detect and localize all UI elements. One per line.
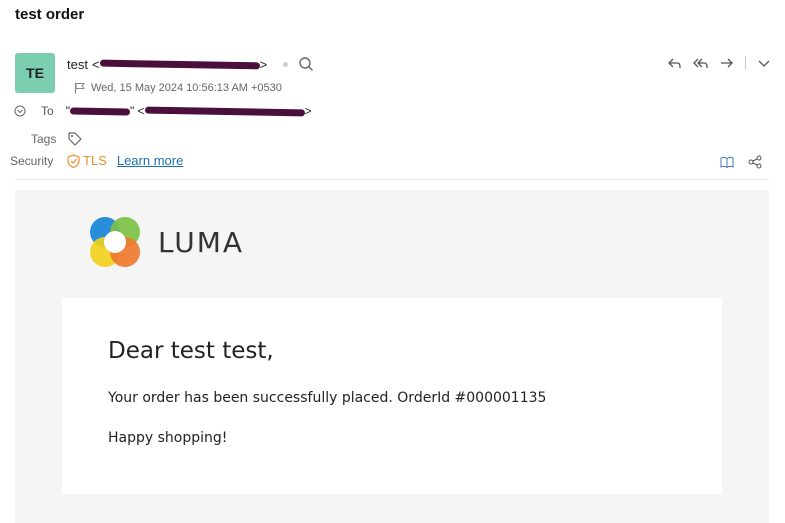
search-icon[interactable] xyxy=(298,56,314,72)
luma-logo: LUMA xyxy=(88,215,244,269)
forward-icon[interactable] xyxy=(719,55,735,71)
to-row: To " " < > xyxy=(14,104,312,118)
redacted-email xyxy=(99,59,260,69)
email-card: Dear test test, Your order has been succ… xyxy=(62,298,722,494)
right-tools xyxy=(720,155,762,169)
share-icon[interactable] xyxy=(748,155,762,169)
sender-close-bracket: > xyxy=(259,56,268,72)
learn-more-link[interactable]: Learn more xyxy=(117,153,183,168)
email-date: Wed, 15 May 2024 10:56:13 AM +0530 xyxy=(91,82,282,94)
email-message: Your order has been successfully placed.… xyxy=(108,390,547,406)
email-subject: test order xyxy=(15,6,85,23)
tags-label: Tags xyxy=(31,132,57,146)
security-value: TLS Learn more xyxy=(67,153,183,168)
security-label: Security xyxy=(10,154,54,168)
to-label: To xyxy=(41,104,54,118)
flag-icon[interactable] xyxy=(74,82,85,94)
redacted-recipient-email xyxy=(144,106,305,116)
redacted-recipient-name xyxy=(69,106,131,116)
reply-icon[interactable] xyxy=(667,55,683,71)
to-close: > xyxy=(304,104,312,118)
shield-icon xyxy=(67,153,80,168)
sender-row: test < > xyxy=(67,56,314,72)
luma-logo-icon xyxy=(90,217,140,267)
tag-icon[interactable] xyxy=(67,131,83,147)
tls-label: TLS xyxy=(83,153,107,168)
luma-logo-text: LUMA xyxy=(158,225,245,259)
message-actions xyxy=(667,55,772,71)
expand-icon[interactable] xyxy=(14,105,26,117)
sender-name[interactable]: test xyxy=(67,57,88,72)
email-greeting: Dear test test, xyxy=(108,338,274,364)
email-closing: Happy shopping! xyxy=(108,430,228,446)
avatar[interactable]: TE xyxy=(15,53,55,93)
actions-divider xyxy=(745,56,746,70)
book-icon[interactable] xyxy=(720,155,734,169)
header-divider xyxy=(15,179,769,180)
date-row: Wed, 15 May 2024 10:56:13 AM +0530 xyxy=(74,82,282,94)
to-mid: " < xyxy=(129,104,145,118)
separator-dot xyxy=(283,61,289,67)
sender-open-bracket: < xyxy=(91,56,100,72)
reply-all-icon[interactable] xyxy=(693,55,709,71)
chevron-down-icon[interactable] xyxy=(756,55,772,71)
